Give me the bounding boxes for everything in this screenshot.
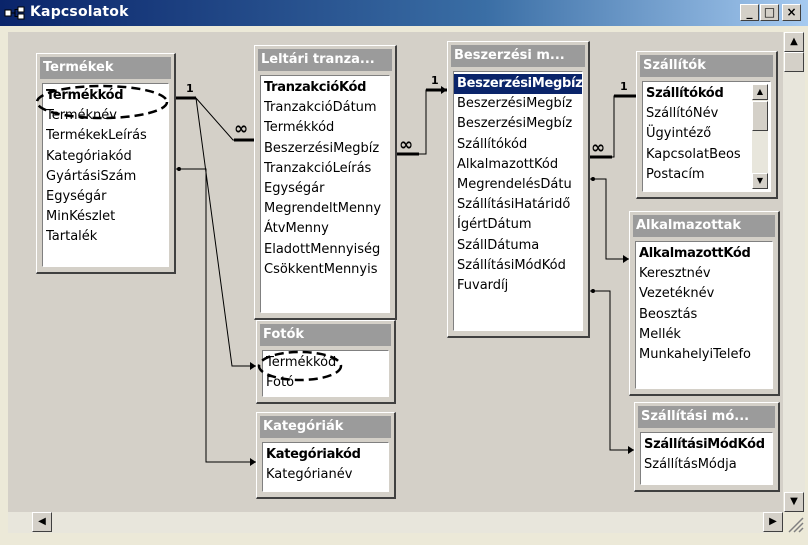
cardinality-one-label: 1 bbox=[620, 80, 628, 93]
scroll-left-icon[interactable]: ◀ bbox=[32, 512, 52, 532]
relationship-line bbox=[590, 178, 629, 260]
window-title: Kapcsolatok bbox=[30, 4, 129, 20]
relationship-lines: 1 ∞ ∞ 1 ∞ 1 bbox=[35, 74, 636, 466]
vertical-scrollbar[interactable]: ▲ ▼ bbox=[783, 32, 805, 512]
arrow-head-icon bbox=[623, 255, 629, 263]
minimize-button[interactable]: _ bbox=[740, 4, 759, 21]
vertical-scroll-thumb[interactable] bbox=[784, 52, 804, 72]
relationships-window: Kapcsolatok _ □ × Termékek Termékkód Ter… bbox=[0, 0, 808, 545]
cardinality-many-label: ∞ bbox=[234, 119, 248, 139]
scroll-up-icon[interactable]: ▲ bbox=[784, 32, 804, 52]
highlight-ellipse bbox=[257, 350, 343, 382]
highlight-ellipse bbox=[35, 84, 169, 120]
arrow-head-icon bbox=[250, 362, 256, 370]
scroll-right-icon[interactable]: ▶ bbox=[763, 512, 783, 532]
cardinality-many-label: ∞ bbox=[591, 138, 605, 158]
maximize-button[interactable]: □ bbox=[760, 4, 779, 21]
arrow-head-icon bbox=[628, 446, 634, 454]
arrow-head-icon bbox=[250, 458, 256, 466]
join-dot bbox=[591, 177, 595, 181]
relationship-line bbox=[176, 168, 256, 463]
relationships-icon bbox=[4, 6, 25, 20]
join-dot bbox=[177, 167, 181, 171]
close-button[interactable]: × bbox=[782, 4, 801, 21]
resize-grip-icon[interactable] bbox=[785, 514, 805, 534]
relationship-line bbox=[590, 290, 634, 451]
relationship-canvas[interactable]: Termékek Termékkód Terméknév TermékekLeí… bbox=[8, 32, 783, 512]
horizontal-scrollbar[interactable]: ◀ ▶ bbox=[8, 512, 783, 533]
cardinality-one-label: 1 bbox=[186, 82, 194, 95]
join-dot bbox=[591, 289, 595, 293]
arrow-head-icon bbox=[441, 86, 447, 94]
title-bar[interactable]: Kapcsolatok _ □ × bbox=[0, 0, 808, 26]
cardinality-one-label: 1 bbox=[431, 74, 439, 87]
cardinality-many-label: ∞ bbox=[399, 135, 413, 155]
scroll-down-icon[interactable]: ▼ bbox=[784, 492, 804, 512]
